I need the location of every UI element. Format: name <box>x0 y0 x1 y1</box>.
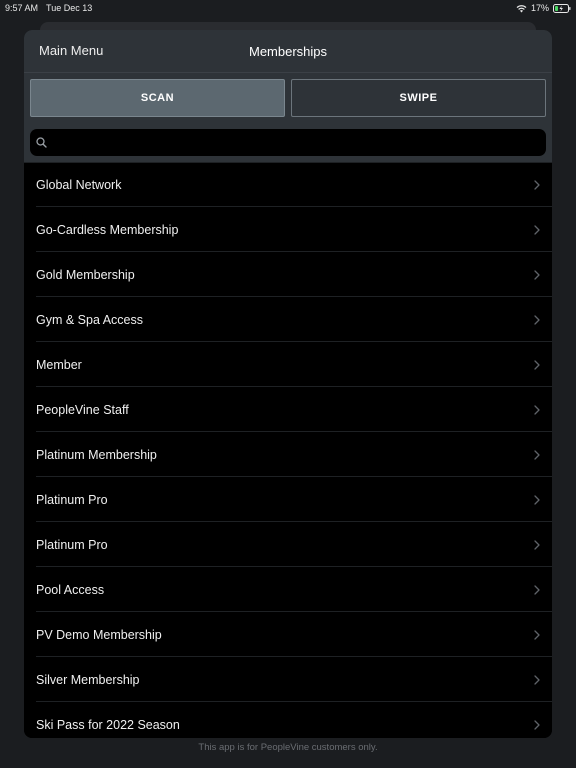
list-item-label: Silver Membership <box>36 672 140 687</box>
list-item-label: Member <box>36 357 82 372</box>
list-item-label: Gym & Spa Access <box>36 312 143 327</box>
list-item[interactable]: Platinum Pro <box>24 477 552 522</box>
chevron-right-icon <box>534 314 540 325</box>
chevron-right-icon <box>534 539 540 550</box>
chevron-right-icon <box>534 719 540 730</box>
wifi-icon <box>516 4 527 13</box>
navigation-bar: Main Menu Memberships <box>24 30 552 72</box>
chevron-right-icon <box>534 674 540 685</box>
footer-disclaimer: This app is for PeopleVine customers onl… <box>198 742 378 753</box>
list-item[interactable]: Platinum Pro <box>24 522 552 567</box>
list-item-label: Global Network <box>36 177 122 192</box>
chevron-right-icon <box>534 404 540 415</box>
status-date: Tue Dec 13 <box>46 3 93 13</box>
list-item[interactable]: Go-Cardless Membership <box>24 207 552 252</box>
list-item[interactable]: Gold Membership <box>24 252 552 297</box>
list-item-label: Go-Cardless Membership <box>36 222 179 237</box>
list-item[interactable]: PV Demo Membership <box>24 612 552 657</box>
search-bar <box>24 122 552 162</box>
chevron-right-icon <box>534 494 540 505</box>
list-item-label: PeopleVine Staff <box>36 402 129 417</box>
search-field-container[interactable] <box>30 129 546 156</box>
chevron-right-icon <box>534 359 540 370</box>
list-item-label: Ski Pass for 2022 Season <box>36 717 180 732</box>
search-icon <box>36 137 47 148</box>
chevron-right-icon <box>534 584 540 595</box>
list-item-label: Platinum Membership <box>36 447 157 462</box>
list-item[interactable]: Platinum Membership <box>24 432 552 477</box>
swipe-button[interactable]: SWIPE <box>291 79 546 117</box>
status-time: 9:57 AM <box>5 3 39 13</box>
chevron-right-icon <box>534 224 540 235</box>
list-item-label: Gold Membership <box>36 267 135 282</box>
list-item[interactable]: Global Network <box>24 162 552 207</box>
list-item-label: Platinum Pro <box>36 492 108 507</box>
list-item-label: PV Demo Membership <box>36 627 162 642</box>
chevron-right-icon <box>534 449 540 460</box>
battery-charging-icon <box>553 3 571 13</box>
chevron-right-icon <box>534 269 540 280</box>
memberships-modal: Main Menu Memberships SCAN SWIPE Global … <box>24 30 552 738</box>
chevron-right-icon <box>534 629 540 640</box>
list-item[interactable]: PeopleVine Staff <box>24 387 552 432</box>
list-item[interactable]: Ski Pass for 2022 Season <box>24 702 552 738</box>
scan-button[interactable]: SCAN <box>30 79 285 117</box>
battery-percent: 17% <box>530 3 549 13</box>
status-bar: 9:57 AM Tue Dec 13 17% <box>0 0 576 16</box>
scan-swipe-segment: SCAN SWIPE <box>24 72 552 122</box>
list-item[interactable]: Pool Access <box>24 567 552 612</box>
chevron-right-icon <box>534 179 540 190</box>
list-item[interactable]: Gym & Spa Access <box>24 297 552 342</box>
membership-list: Global Network Go-Cardless Membership Gold… <box>24 162 552 738</box>
list-item[interactable]: Silver Membership <box>24 657 552 702</box>
list-item[interactable]: Member <box>24 342 552 387</box>
search-input[interactable] <box>47 129 546 156</box>
status-indicators: 17% <box>516 3 571 13</box>
main-menu-button[interactable]: Main Menu <box>39 30 103 72</box>
list-item-label: Pool Access <box>36 582 105 597</box>
list-item-label: Platinum Pro <box>36 537 108 552</box>
